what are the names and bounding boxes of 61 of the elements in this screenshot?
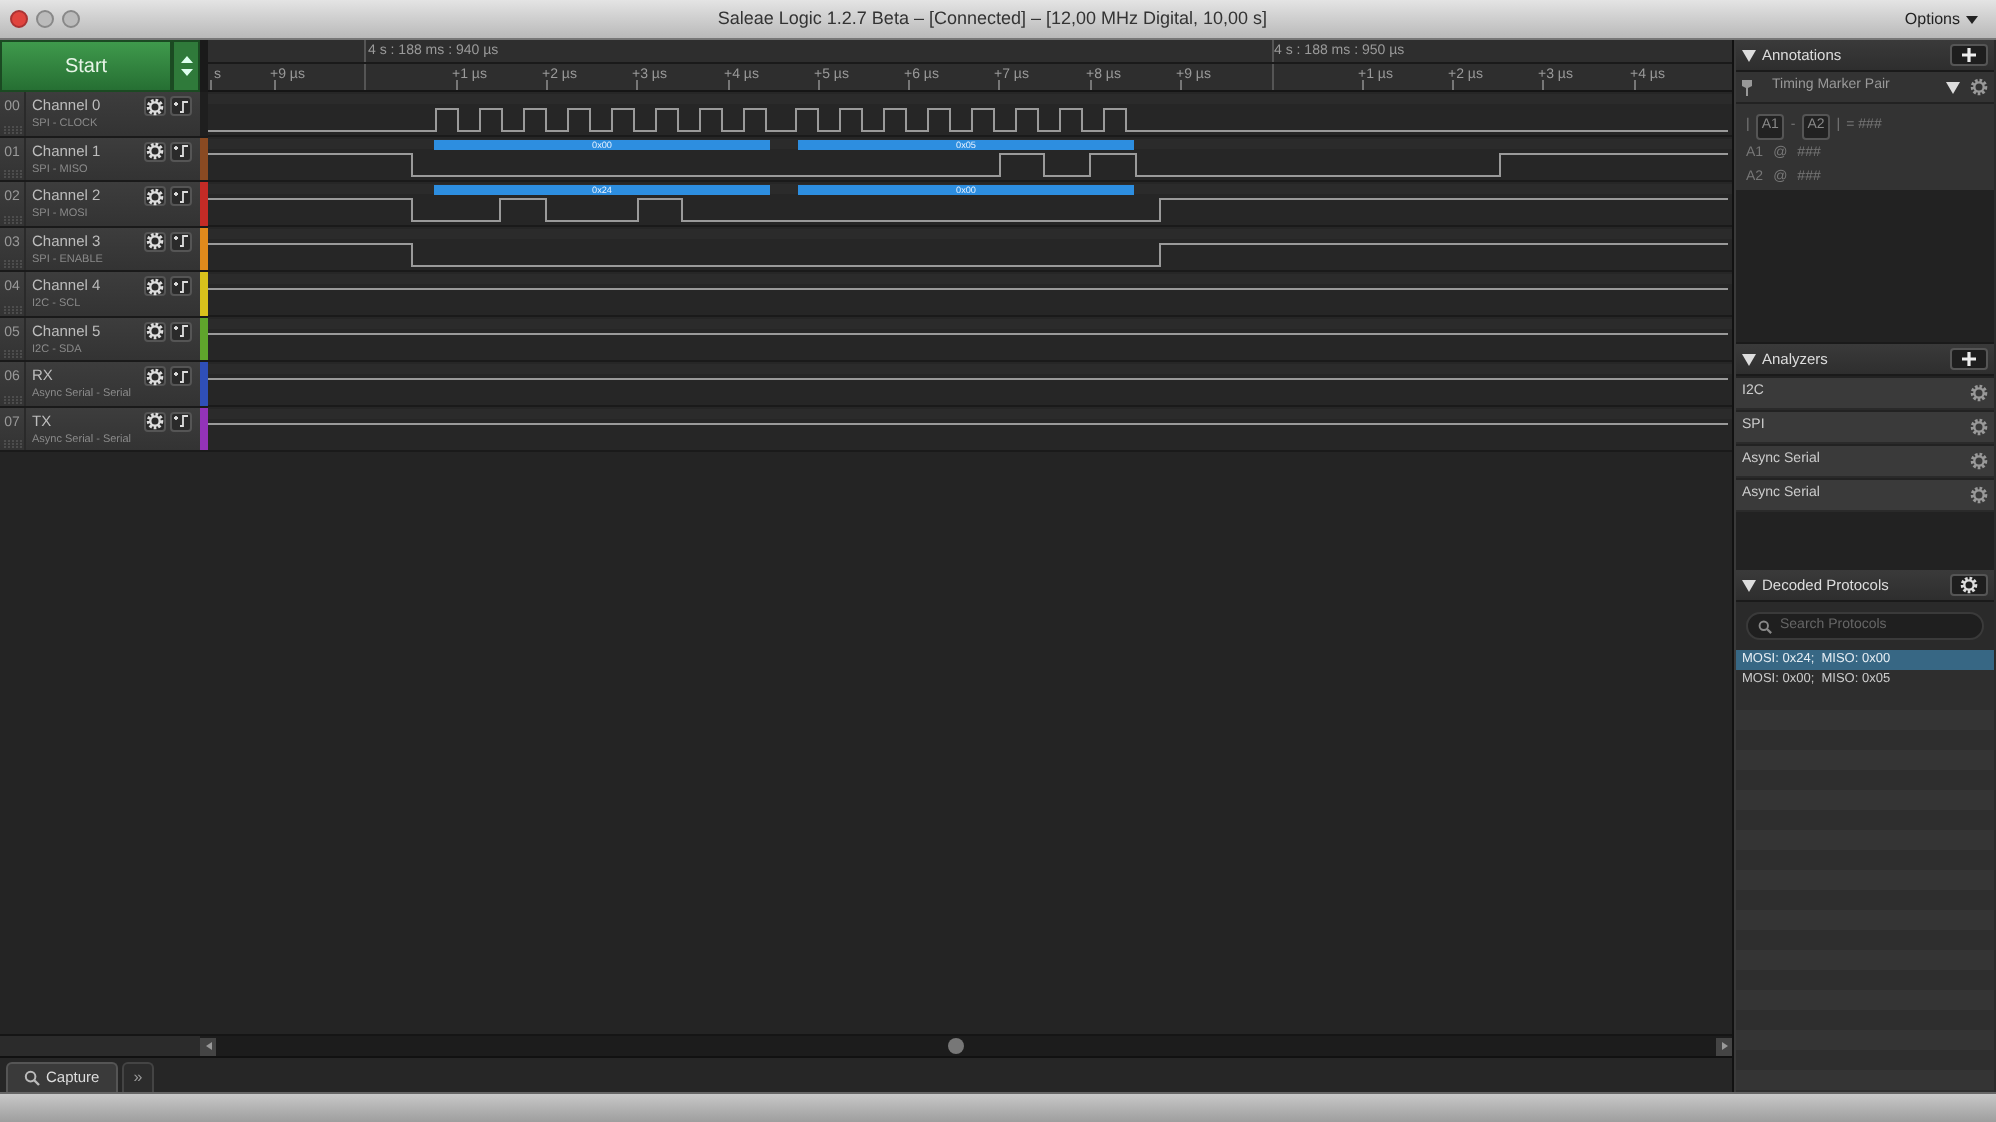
trigger-edge-icon: [173, 279, 189, 293]
channel-settings-button[interactable]: [144, 231, 166, 251]
settings-icon: [146, 232, 164, 250]
channel-settings-button[interactable]: [144, 186, 166, 206]
settings-icon: [146, 142, 164, 160]
scroll-thumb[interactable]: [948, 1038, 964, 1054]
options-menu[interactable]: Options: [1904, 7, 1986, 31]
channel-settings-button[interactable]: [144, 411, 166, 431]
collapse-triangle-icon[interactable]: [1742, 49, 1756, 61]
window-title: Saleae Logic 1.2.7 Beta – [Connected] – [12,00 MHz Digital, 10,00 s]: [717, 5, 1268, 32]
channel-settings-button[interactable]: [144, 366, 166, 386]
scroll-left-button[interactable]: [200, 1037, 216, 1055]
trigger-button[interactable]: [170, 321, 192, 341]
trigger-edge-icon: [173, 234, 189, 248]
collapse-triangle-icon[interactable]: [1742, 353, 1756, 365]
close-button[interactable]: [10, 10, 28, 28]
trigger-edge-icon: [173, 369, 189, 383]
plus-icon: [1962, 48, 1976, 62]
trigger-edge-icon: [173, 414, 189, 428]
trigger-button[interactable]: [170, 366, 192, 386]
add-button[interactable]: [1950, 348, 1988, 370]
trigger-button[interactable]: [170, 231, 192, 251]
trigger-button[interactable]: [170, 141, 192, 161]
search-icon: [1758, 619, 1772, 633]
channel-settings-button[interactable]: [144, 276, 166, 296]
trigger-edge-icon: [173, 324, 189, 338]
start-button[interactable]: Start: [0, 40, 172, 92]
settings-icon: [1960, 576, 1978, 594]
channel-settings-button[interactable]: [144, 96, 166, 116]
trigger-edge-icon: [173, 144, 189, 158]
collapse-triangle-icon[interactable]: [1742, 579, 1756, 591]
right-arrow-icon: [1721, 1042, 1727, 1050]
up-down-arrows-icon: [179, 54, 193, 78]
settings-icon: [146, 187, 164, 205]
marker-settings-button[interactable]: [1968, 78, 1988, 96]
settings-icon: [146, 322, 164, 340]
horizontal-scrollbar[interactable]: [200, 1036, 1732, 1056]
settings-icon: [1969, 78, 1987, 96]
plus-icon: [1962, 352, 1976, 366]
marker-pin-icon: [1742, 79, 1752, 95]
search-icon: [24, 1070, 40, 1086]
channel-settings-button[interactable]: [144, 321, 166, 341]
settings-icon: [146, 277, 164, 295]
trigger-button[interactable]: [170, 186, 192, 206]
settings-icon: [146, 367, 164, 385]
trigger-button[interactable]: [170, 411, 192, 431]
spinner-arrows-button[interactable]: [172, 40, 200, 92]
trigger-button[interactable]: [170, 276, 192, 296]
trigger-edge-icon: [173, 189, 189, 203]
settings-button[interactable]: [1950, 574, 1988, 596]
tab[interactable]: »: [121, 1062, 155, 1092]
left-arrow-icon: [205, 1042, 211, 1050]
caret-icon: [1966, 15, 1978, 23]
caret-icon: [1946, 81, 1960, 93]
scroll-right-button[interactable]: [1716, 1037, 1732, 1055]
trigger-edge-icon: [173, 99, 189, 113]
channel-settings-button[interactable]: [144, 141, 166, 161]
trigger-button[interactable]: [170, 96, 192, 116]
settings-icon: [146, 412, 164, 430]
settings-icon: [146, 97, 164, 115]
add-button[interactable]: [1950, 44, 1988, 66]
